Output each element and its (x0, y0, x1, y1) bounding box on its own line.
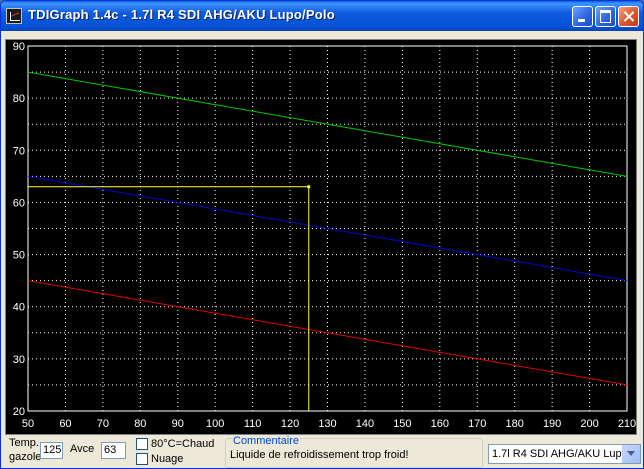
x-tick-label: 70 (97, 418, 109, 430)
y-tick-label: 60 (13, 197, 25, 209)
x-tick-label: 190 (543, 418, 561, 430)
y-tick-label: 20 (13, 406, 25, 418)
x-tick-label: 170 (468, 418, 486, 430)
y-tick-label: 90 (13, 41, 25, 53)
engine-select[interactable]: 1.7l R4 SDI AHG/AKU Lupo/Polo (488, 444, 641, 464)
window-title: TDIGraph 1.4c - 1.7l R4 SDI AHG/AKU Lupo… (28, 7, 335, 22)
series-line-1 (27, 71, 628, 177)
x-tick-label: 50 (22, 418, 34, 430)
y-tick-label: 30 (13, 354, 25, 366)
nuage-checkbox[interactable] (136, 453, 148, 465)
x-tick-label: 90 (172, 418, 184, 430)
x-tick-label: 110 (244, 418, 262, 430)
temperature-chart: 50 60 70 80 90 100 110 120 130 140 150 160 170 180 190… (13, 41, 636, 430)
comment-group: Commentaire Liquide de refroidissement t… (225, 435, 483, 468)
title-bar[interactable]: TDIGraph 1.4c - 1.7l R4 SDI AHG/AKU Lupo… (1, 1, 643, 31)
temp-gazole-input[interactable]: 125 (40, 442, 63, 459)
avce-input[interactable]: 63 (101, 442, 126, 459)
comment-legend: Commentaire (232, 435, 301, 447)
x-tick-label: 80 (134, 418, 146, 430)
chaud-label: 80°C=Chaud (151, 438, 215, 450)
x-tick-label: 200 (580, 418, 598, 430)
x-tick-label: 100 (206, 418, 224, 430)
temp-label: Temp. (9, 437, 39, 449)
x-tick-label: 120 (281, 418, 299, 430)
x-tick-label: 60 (59, 418, 71, 430)
series-line-3 (27, 280, 628, 386)
comment-text: Liquide de refroidissement trop froid! (230, 449, 409, 461)
x-tick-label: 210 (618, 418, 636, 430)
chevron-down-icon[interactable] (622, 445, 640, 463)
chaud-checkbox[interactable] (136, 438, 148, 450)
gazole-label: gazole (9, 451, 42, 463)
y-tick-label: 40 (13, 302, 25, 314)
marker-point (307, 185, 311, 189)
maximize-button[interactable] (595, 6, 616, 27)
y-tick-label: 80 (13, 93, 25, 105)
app-window: TDIGraph 1.4c - 1.7l R4 SDI AHG/AKU Lupo… (0, 0, 644, 469)
nuage-label: Nuage (151, 453, 184, 465)
y-tick-label: 50 (13, 250, 25, 262)
y-tick-label: 70 (13, 145, 25, 157)
avce-label: Avce (70, 443, 95, 455)
engine-select-value: 1.7l R4 SDI AHG/AKU Lupo/Polo (492, 448, 622, 460)
x-tick-label: 130 (318, 418, 336, 430)
close-button[interactable] (618, 6, 639, 27)
app-graph-icon[interactable] (6, 8, 22, 24)
x-tick-label: 140 (356, 418, 374, 430)
graph-panel[interactable]: 50 60 70 80 90 100 110 120 130 140 150 160 170 180 190… (5, 39, 637, 435)
series-line-2 (27, 175, 628, 282)
minimize-button[interactable] (572, 6, 593, 27)
x-tick-label: 180 (506, 418, 524, 430)
x-tick-label: 150 (393, 418, 411, 430)
x-tick-label: 160 (431, 418, 449, 430)
